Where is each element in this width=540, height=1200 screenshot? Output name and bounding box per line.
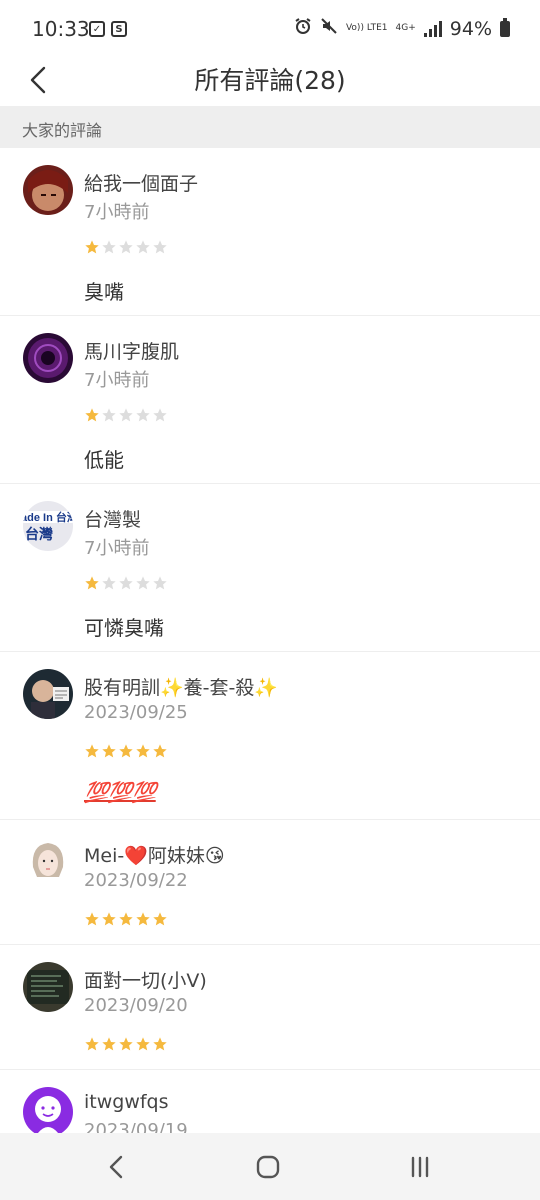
star-empty-icon [153,576,167,590]
star-filled-icon [102,744,116,758]
page-title: 所有評論(28) [194,66,346,95]
review-comment: 💯💯💯 [84,780,157,804]
review-item: itwgwfqs 2023/09/19 [0,1070,540,1133]
review-date: 2023/09/20 [84,995,188,1016]
alarm-icon [294,17,312,40]
star-rating [84,407,168,423]
reviewer-name: 面對一切(小V) [84,970,207,992]
star-filled-icon [153,1037,167,1051]
status-bar: 10:33 ✓ S Vo)) LTE1 4G+ 94% [0,0,540,58]
battery-text: 94% [449,17,492,40]
star-empty-icon [136,408,150,422]
star-filled-icon [153,912,167,926]
reviewer-name: 股有明訓✨養-套-殺✨ [84,677,279,699]
review-item: Mei-❤️阿妹妹😘 2023/09/22 [0,820,540,945]
star-empty-icon [102,240,116,254]
avatar[interactable] [23,165,73,215]
star-empty-icon [119,576,133,590]
review-list[interactable]: 給我一個面子 7小時前 臭嘴 馬川字腹肌 7小時前 低能 ade In 台灣 台灣 [0,148,540,1133]
review-date: 2023/09/19 [84,1120,188,1133]
svg-text:台灣: 台灣 [25,526,53,543]
review-comment: 可憐臭嘴 [84,616,164,640]
star-rating [84,575,168,591]
star-empty-icon [119,408,133,422]
star-rating [84,1036,168,1052]
star-filled-icon [153,744,167,758]
avatar[interactable] [23,837,73,887]
nav-recents-button[interactable] [404,1151,436,1183]
avatar[interactable] [23,333,73,383]
review-item: 面對一切(小V) 2023/09/20 [0,945,540,1070]
status-time: 10:33 [32,17,90,41]
review-date: 2023/09/22 [84,870,188,891]
star-filled-icon [102,912,116,926]
nav-back-button[interactable] [101,1151,133,1183]
star-empty-icon [153,240,167,254]
signal-icon [423,20,442,37]
review-item: 馬川字腹肌 7小時前 低能 [0,316,540,484]
star-empty-icon [153,408,167,422]
reviewer-name: 台灣製 [84,509,142,531]
star-filled-icon [119,744,133,758]
star-empty-icon [136,240,150,254]
review-date: 7小時前 [84,538,150,559]
star-filled-icon [136,744,150,758]
check-box-icon: ✓ [89,21,105,37]
reviewer-name: itwgwfqs [84,1091,169,1113]
review-comment: 臭嘴 [84,280,124,304]
review-date: 7小時前 [84,202,150,223]
4g-icon: 4G+ [395,23,416,33]
star-rating [84,743,168,759]
avatar[interactable] [23,1087,73,1133]
review-comment: 低能 [84,448,124,472]
recents-nav-icon [411,1156,429,1178]
reviewer-name: 給我一個面子 [84,173,199,195]
star-filled-icon [85,240,99,254]
review-item: 股有明訓✨養-套-殺✨ 2023/09/25 💯💯💯 [0,652,540,820]
battery-icon [500,17,510,37]
reviewer-name: 馬川字腹肌 [84,341,180,363]
star-empty-icon [136,576,150,590]
star-empty-icon [102,576,116,590]
s-box-icon: S [111,21,127,37]
back-nav-icon [109,1155,123,1179]
system-nav-bar [0,1133,540,1200]
star-filled-icon [102,1037,116,1051]
star-filled-icon [85,912,99,926]
star-filled-icon [136,1037,150,1051]
review-item: ade In 台灣 台灣 台灣製 7小時前 可憐臭嘴 [0,484,540,652]
star-filled-icon [136,912,150,926]
volte-icon: Vo)) LTE1 [345,23,388,33]
star-filled-icon [85,408,99,422]
reviewer-name: Mei-❤️阿妹妹😘 [84,845,225,867]
section-title: 大家的評論 [22,121,103,140]
star-filled-icon [119,1037,133,1051]
star-empty-icon [119,240,133,254]
review-date: 7小時前 [84,370,150,391]
avatar[interactable] [23,669,73,719]
star-empty-icon [102,408,116,422]
svg-text:ade In 台灣: ade In 台灣 [23,510,73,524]
review-item: 給我一個面子 7小時前 臭嘴 [0,148,540,316]
star-filled-icon [85,744,99,758]
header: 所有評論(28) [0,58,540,106]
avatar[interactable] [23,962,73,1012]
review-date: 2023/09/25 [84,702,188,723]
section-header: 大家的評論 [0,106,540,148]
star-rating [84,911,168,927]
home-nav-icon [256,1155,280,1179]
nav-home-button[interactable] [252,1151,284,1183]
star-filled-icon [85,576,99,590]
mute-icon [320,17,338,40]
star-filled-icon [119,912,133,926]
avatar[interactable]: ade In 台灣 台灣 [23,501,73,551]
star-filled-icon [85,1037,99,1051]
star-rating [84,239,168,255]
